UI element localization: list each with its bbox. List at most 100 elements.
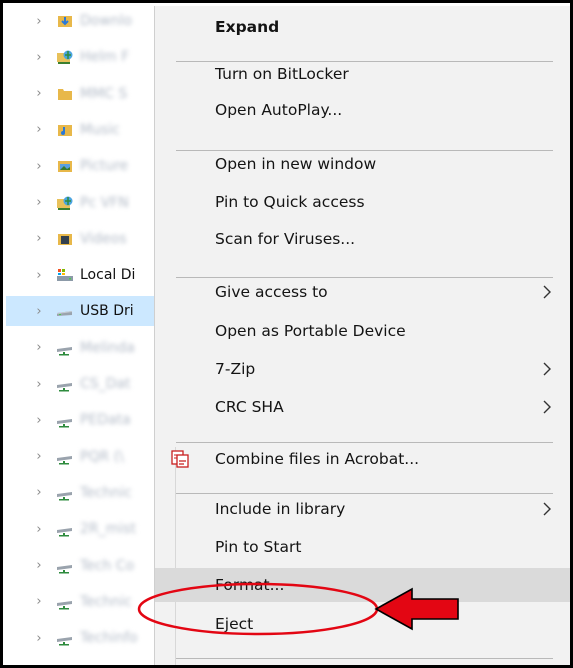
tree-item-label: MMC S [80, 85, 128, 102]
tree-item[interactable]: › 2R_mist [6, 514, 166, 544]
tree-item[interactable]: › Tech Co [6, 551, 166, 581]
tree-item[interactable]: › MMC S [6, 79, 166, 109]
menu-item[interactable]: 7-Zip [155, 352, 570, 386]
menu-item-label: Open AutoPlay... [215, 101, 343, 119]
submenu-arrow-icon [540, 397, 554, 417]
tree-item-label: Tech Co [80, 557, 135, 574]
expand-chevron-icon[interactable]: › [32, 377, 46, 392]
tree-item[interactable]: › PQR (\ [6, 442, 166, 472]
menu-item-label: Expand [215, 18, 280, 36]
expand-chevron-icon[interactable]: › [32, 122, 46, 137]
tree-item[interactable]: › CS_Dat [6, 369, 166, 399]
menu-item-label: CRC SHA [215, 398, 284, 416]
tree-item[interactable]: › PEData [6, 405, 166, 435]
network-folder-icon [56, 195, 74, 211]
expand-chevron-icon[interactable]: › [32, 86, 46, 101]
pictures-folder-icon [56, 158, 74, 174]
menu-separator [176, 150, 553, 151]
expand-chevron-icon[interactable]: › [32, 304, 46, 319]
network-drive-icon [56, 376, 74, 392]
videos-folder-icon [56, 231, 74, 247]
menu-item[interactable]: Give access to [155, 275, 570, 309]
menu-separator [176, 61, 553, 62]
expand-chevron-icon[interactable]: › [32, 195, 46, 210]
tree-item[interactable]: › Technic [6, 587, 166, 617]
tree-item-label: USB Dri [80, 303, 134, 320]
menu-item-label: Format... [215, 576, 285, 594]
menu-item[interactable]: Eject [155, 607, 570, 641]
expand-chevron-icon[interactable]: › [32, 231, 46, 246]
network-folder-icon [56, 49, 74, 65]
network-drive-icon [56, 412, 74, 428]
expand-chevron-icon[interactable]: › [32, 522, 46, 537]
menu-item[interactable]: Open as Portable Device [155, 314, 570, 348]
tree-item[interactable]: › Videos [6, 224, 166, 254]
context-menu: Expand Turn on BitLocker Open AutoPlay... O… [154, 6, 570, 665]
submenu-arrow-icon [540, 499, 554, 519]
expand-chevron-icon[interactable]: › [32, 413, 46, 428]
tree-item-label: Local Di [80, 267, 136, 284]
expand-chevron-icon[interactable]: › [32, 594, 46, 609]
menu-item[interactable]: Turn on BitLocker [155, 57, 570, 91]
menu-item[interactable]: CRC SHA [155, 390, 570, 424]
tree-item[interactable]: › Picture [6, 151, 166, 181]
tree-item[interactable]: › Local Di [6, 260, 166, 290]
menu-separator [176, 658, 553, 659]
usb-drive-icon [56, 303, 74, 319]
menu-item-label: Open as Portable Device [215, 322, 406, 340]
tree-item[interactable]: › Helm F [6, 42, 166, 72]
menu-item[interactable]: Open AutoPlay... [155, 93, 570, 127]
menu-separator [176, 493, 553, 494]
music-folder-icon [56, 122, 74, 138]
expand-chevron-icon[interactable]: › [32, 558, 46, 573]
tree-item[interactable]: › Technic [6, 478, 166, 508]
menu-item-label: Eject [215, 615, 254, 633]
tree-item[interactable]: › Downlo [6, 6, 166, 36]
tree-item-label: Techinfo [80, 630, 138, 647]
tree-item-label: Downlo [80, 13, 133, 29]
expand-chevron-icon[interactable]: › [32, 159, 46, 174]
tree-item[interactable]: › Pc VFN [6, 188, 166, 218]
menu-item[interactable]: Pin to Quick access [155, 185, 570, 219]
menu-item-label: Scan for Viruses... [215, 230, 356, 248]
tree-item[interactable]: › Melinda [6, 333, 166, 363]
menu-item-label: Give access to [215, 283, 328, 301]
expand-chevron-icon[interactable]: › [32, 268, 46, 283]
expand-chevron-icon[interactable]: › [32, 14, 46, 29]
menu-item[interactable]: Open in new window [155, 147, 570, 181]
expand-chevron-icon[interactable]: › [32, 50, 46, 65]
menu-item[interactable]: Pin to Start [155, 530, 570, 564]
tree-item-label: Helm F [80, 49, 130, 66]
expand-chevron-icon[interactable]: › [32, 485, 46, 500]
tree-item-label: 2R_mist [80, 521, 136, 538]
tree-item-label: Technic [80, 484, 132, 501]
menu-item-label: Combine files in Acrobat... [215, 450, 420, 468]
menu-separator [176, 442, 553, 443]
expand-chevron-icon[interactable]: › [32, 631, 46, 646]
menu-item[interactable]: Expand [155, 10, 570, 44]
network-drive-icon [56, 521, 74, 537]
menu-item[interactable]: Format... [155, 568, 570, 602]
tree-item-label: Picture [80, 158, 129, 175]
menu-item[interactable]: Scan for Viruses... [155, 222, 570, 256]
expand-chevron-icon[interactable]: › [32, 340, 46, 355]
tree-item-label: Videos [80, 230, 127, 247]
submenu-arrow-icon [540, 359, 554, 379]
tree-item[interactable]: › Techinfo [6, 623, 166, 653]
tree-item-label: Melinda [80, 339, 135, 356]
acrobat-combine-icon [169, 448, 191, 470]
menu-item-label: Open in new window [215, 155, 377, 173]
network-drive-icon [56, 630, 74, 646]
tree-item[interactable]: › Music [6, 115, 166, 145]
network-drive-icon [56, 558, 74, 574]
menu-item[interactable]: Combine files in Acrobat... [155, 442, 570, 476]
expand-chevron-icon[interactable]: › [32, 449, 46, 464]
folder-icon [56, 86, 74, 102]
tree-item[interactable]: › USB Dri [6, 296, 166, 327]
network-drive-icon [56, 449, 74, 465]
downloads-folder-icon [56, 13, 74, 29]
navigation-pane[interactable]: › Downlo › Helm F › MMC S › Music › Picture › Pc VF… [6, 6, 166, 665]
menu-item[interactable]: Include in library [155, 492, 570, 526]
menu-item-label: Turn on BitLocker [215, 65, 349, 83]
menu-item-label: Pin to Quick access [215, 193, 365, 211]
